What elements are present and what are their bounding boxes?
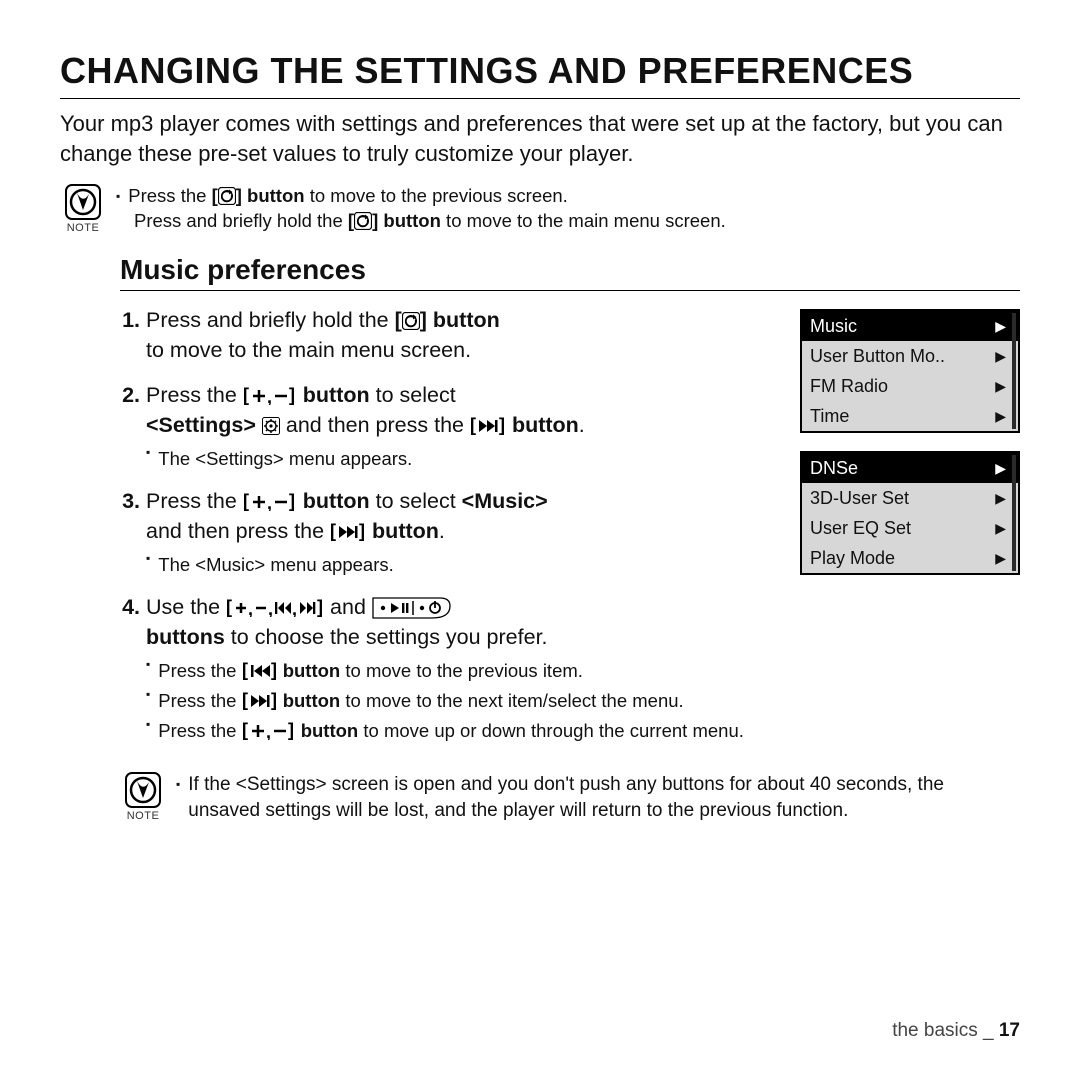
list-item: DNSe▶: [802, 453, 1018, 483]
bullet-icon: ▪: [116, 188, 120, 204]
bullet-icon: ▪: [146, 686, 150, 712]
back-icon: [354, 212, 372, 230]
note-label: NOTE: [127, 810, 160, 822]
list-item: 3D-User Set▶: [802, 483, 1018, 513]
list-item: User EQ Set▶: [802, 513, 1018, 543]
chevron-right-icon: ▶: [995, 460, 1006, 477]
chevron-right-icon: ▶: [995, 378, 1006, 395]
chevron-right-icon: ▶: [995, 550, 1006, 567]
step-3: Press the button to select <Music> and t…: [146, 486, 782, 578]
list-item: Play Mode▶: [802, 543, 1018, 573]
next-icon: [242, 692, 278, 710]
bullet-icon: ▪: [146, 444, 150, 470]
steps-list: Press and briefly hold the [] button to …: [120, 305, 782, 757]
scrollbar-icon: [1012, 313, 1016, 429]
chevron-right-icon: ▶: [995, 408, 1006, 425]
plus-minus-icon: [242, 722, 296, 740]
list-item: Time▶: [802, 401, 1018, 431]
bullet-icon: ▪: [146, 716, 150, 742]
step-4: Use the and buttons to choose the settin…: [146, 592, 782, 744]
device-screen-1: Music▶ User Button Mo..▶ FM Radio▶ Time▶: [800, 309, 1020, 433]
chevron-right-icon: ▶: [995, 520, 1006, 537]
title-rule: [60, 98, 1020, 99]
gear-icon: [262, 417, 280, 435]
bullet-icon: ▪: [146, 656, 150, 682]
chevron-right-icon: ▶: [995, 490, 1006, 507]
plus-minus-icon: [243, 387, 297, 405]
next-icon: [470, 417, 506, 435]
chevron-right-icon: ▶: [995, 318, 1006, 335]
note-icon: NOTE: [60, 184, 106, 234]
chevron-right-icon: ▶: [995, 348, 1006, 365]
page-title: CHANGING THE SETTINGS AND PREFERENCES: [60, 50, 1020, 92]
bullet-icon: ▪: [176, 776, 180, 793]
next-icon: [330, 523, 366, 541]
scrollbar-icon: [1012, 455, 1016, 571]
note-block-2: NOTE ▪ If the <Settings> screen is open …: [120, 772, 1020, 825]
list-item: User Button Mo..▶: [802, 341, 1018, 371]
list-item: Music▶: [802, 311, 1018, 341]
step-1: Press and briefly hold the [] button to …: [146, 305, 782, 365]
section-subtitle: Music preferences: [120, 254, 1020, 286]
device-screen-2: DNSe▶ 3D-User Set▶ User EQ Set▶ Play Mod…: [800, 451, 1020, 575]
back-icon: [402, 312, 420, 330]
prev-icon: [242, 662, 278, 680]
back-icon: [218, 187, 236, 205]
bullet-icon: ▪: [146, 550, 150, 576]
page-footer: the basics _ 17: [892, 1020, 1020, 1042]
note-icon: NOTE: [120, 772, 166, 822]
play-power-icon: [372, 597, 452, 619]
list-item: FM Radio▶: [802, 371, 1018, 401]
intro-text: Your mp3 player comes with settings and …: [60, 109, 1020, 168]
step-2: Press the button to select <Settings> an…: [146, 380, 782, 472]
plus-minus-icon: [243, 493, 297, 511]
nav-buttons-icon: [226, 599, 324, 617]
note-label: NOTE: [67, 222, 100, 234]
subtitle-rule: [120, 290, 1020, 291]
note-block-1: NOTE ▪ Press the [] button to move to th…: [60, 184, 1020, 234]
